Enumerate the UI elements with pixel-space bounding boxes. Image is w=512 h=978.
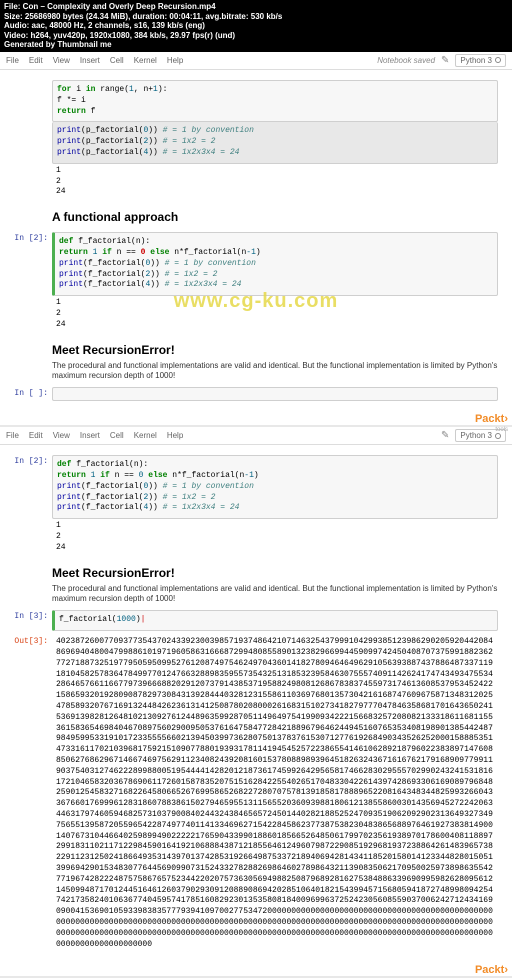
menu-help[interactable]: Help xyxy=(167,431,183,440)
heading-functional: A functional approach xyxy=(52,210,498,224)
cell-output: 1 2 24 xyxy=(52,519,498,555)
cell-output: 1 2 24 xyxy=(52,164,498,200)
save-status: Notebook saved xyxy=(377,56,435,65)
code-editor[interactable]: print(p_factorial(0)) # = 1 by conventio… xyxy=(52,122,498,163)
notebook-view-lower: File Edit View Insert Cell Kernel Help ✎… xyxy=(0,427,512,976)
menu-bar: File Edit View Insert Cell Kernel Help N… xyxy=(0,52,512,70)
fileinfo-line: Generated by Thumbnail me xyxy=(4,40,508,50)
notebook-body: In [2]: def f_factorial(n): return 1 if … xyxy=(0,445,512,962)
menu-edit[interactable]: Edit xyxy=(29,56,43,65)
cell-output: 1 2 24 xyxy=(52,296,498,332)
pencil-icon[interactable]: ✎ xyxy=(441,55,449,66)
menu-insert[interactable]: Insert xyxy=(80,56,100,65)
kernel-busy-icon xyxy=(495,433,501,439)
prompt-in-3: In [3]: xyxy=(14,610,52,631)
fileinfo-line: Audio: aac, 48000 Hz, 2 channels, s16, 1… xyxy=(4,21,508,31)
output-cell: Out[3]: 40238726007709377354370243392300… xyxy=(14,635,498,952)
fileinfo-line: File: Con – Complexity and Overly Deep R… xyxy=(4,2,508,12)
brand-footer: Packt› tools xyxy=(0,411,512,425)
heading-recursion-error: Meet RecursionError! xyxy=(52,566,498,580)
kernel-name: Python 3 xyxy=(460,56,492,65)
notebook-body: for i in range(1, n+1): f *= i return f … xyxy=(0,70,512,411)
menu-cell[interactable]: Cell xyxy=(110,56,124,65)
menu-view[interactable]: View xyxy=(53,56,70,65)
menu-edit[interactable]: Edit xyxy=(29,431,43,440)
media-info-overlay: File: Con – Complexity and Overly Deep R… xyxy=(0,0,512,52)
brand-footer: Packt› xyxy=(0,962,512,976)
code-editor[interactable]: for i in range(1, n+1): f *= i return f xyxy=(52,80,498,122)
markdown-cell[interactable]: A functional approach xyxy=(14,204,498,228)
prompt xyxy=(14,80,52,200)
kernel-name: Python 3 xyxy=(460,431,492,440)
prompt-empty: In [ ]: xyxy=(14,387,52,401)
code-cell[interactable]: In [2]: def f_factorial(n): return 1 if … xyxy=(14,455,498,555)
prompt-out-3: Out[3]: xyxy=(14,635,52,952)
code-cell-empty[interactable]: In [ ]: xyxy=(14,387,498,401)
fileinfo-line: Size: 25686980 bytes (24.34 MiB), durati… xyxy=(4,12,508,22)
prompt-in-2: In [2]: xyxy=(14,455,52,555)
menu-kernel[interactable]: Kernel xyxy=(134,56,157,65)
menu-view[interactable]: View xyxy=(53,431,70,440)
recursion-error-paragraph: The procedural and functional implementa… xyxy=(52,584,498,605)
menu-file[interactable]: File xyxy=(6,431,19,440)
pencil-icon[interactable]: ✎ xyxy=(441,430,449,441)
notebook-view-upper: File Edit View Insert Cell Kernel Help N… xyxy=(0,52,512,425)
menu-bar: File Edit View Insert Cell Kernel Help ✎… xyxy=(0,427,512,445)
heading-recursion-error: Meet RecursionError! xyxy=(52,343,498,357)
markdown-cell[interactable]: Meet RecursionError! The procedural and … xyxy=(14,560,498,607)
menu-cell[interactable]: Cell xyxy=(110,431,124,440)
code-editor[interactable]: def f_factorial(n): return 1 if n == 0 e… xyxy=(52,455,498,519)
prompt-in-2: In [2]: xyxy=(14,232,52,332)
cell-output-bignum: 4023872600770937735437024339230039857193… xyxy=(52,635,498,952)
toc-link[interactable]: tools xyxy=(495,427,508,433)
recursion-error-paragraph: The procedural and functional implementa… xyxy=(52,361,498,382)
menu-file[interactable]: File xyxy=(6,56,19,65)
code-editor[interactable] xyxy=(52,387,498,401)
code-editor[interactable]: def f_factorial(n): return 1 if n == 0 e… xyxy=(52,232,498,296)
code-cell[interactable]: In [3]: f_factorial(1000)| xyxy=(14,610,498,631)
fileinfo-line: Video: h264, yuv420p, 1920x1080, 384 kb/… xyxy=(4,31,508,41)
code-editor[interactable]: f_factorial(1000)| xyxy=(52,610,498,631)
kernel-indicator[interactable]: Python 3 xyxy=(455,54,506,67)
packt-logo: Packt› xyxy=(475,413,508,425)
kernel-busy-icon xyxy=(495,57,501,63)
menu-kernel[interactable]: Kernel xyxy=(134,431,157,440)
packt-logo: Packt› xyxy=(475,964,508,976)
menu-help[interactable]: Help xyxy=(167,56,183,65)
code-cell[interactable]: for i in range(1, n+1): f *= i return f … xyxy=(14,80,498,200)
code-cell[interactable]: In [2]: def f_factorial(n): return 1 if … xyxy=(14,232,498,332)
markdown-cell[interactable]: Meet RecursionError! The procedural and … xyxy=(14,337,498,384)
menu-insert[interactable]: Insert xyxy=(80,431,100,440)
